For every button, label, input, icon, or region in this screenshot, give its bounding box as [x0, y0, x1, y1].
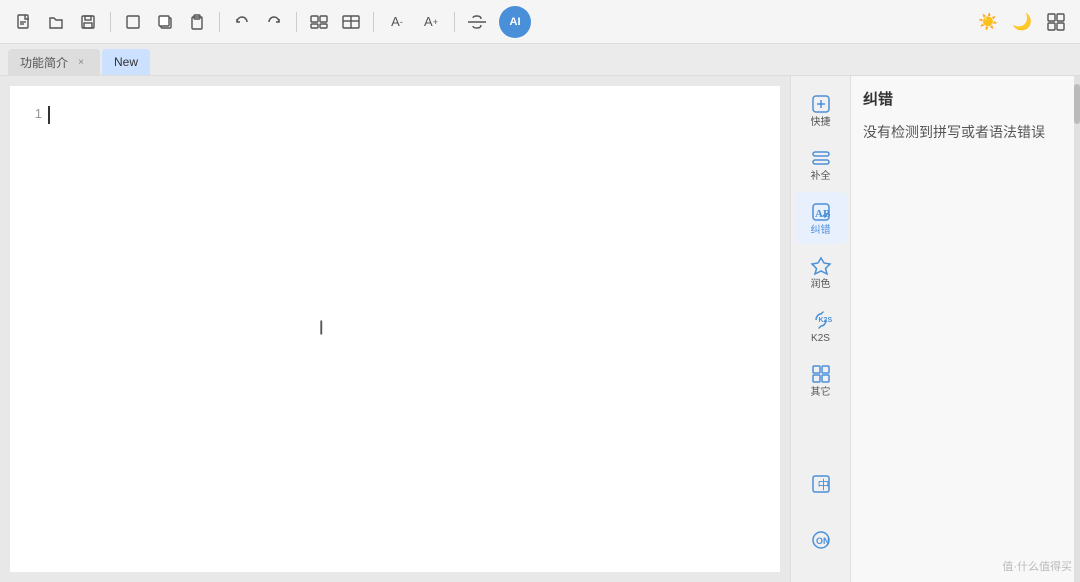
sidebar-item-kuaijie[interactable]: 快捷 [795, 84, 847, 136]
right-panel: 快捷 补全 AB [790, 76, 1080, 582]
scrollbar-thumb[interactable] [1074, 84, 1080, 124]
on-icon: ON [809, 528, 833, 552]
text-cursor [48, 106, 50, 124]
tab-new[interactable]: New [102, 49, 150, 75]
svg-text:ON: ON [816, 536, 830, 546]
panel-message: 没有检测到拼写或者语法错误 [863, 121, 1062, 143]
sidebar-item-buquan[interactable]: 补全 [795, 138, 847, 190]
ai-button[interactable]: AI [499, 6, 531, 38]
svg-text:K2S: K2S [818, 317, 832, 324]
panel-content: 纠错 没有检测到拼写或者语法错误 [851, 76, 1074, 582]
divider-5 [454, 12, 455, 32]
sidebar-item-runse-label: 润色 [811, 280, 831, 290]
find-replace-button[interactable] [305, 8, 333, 36]
sidebar-item-runse[interactable]: 润色 [795, 246, 847, 298]
sidebar-item-kuaijie-label: 快捷 [811, 118, 831, 128]
editor-content[interactable]: I [48, 106, 760, 552]
completion-icon [809, 146, 833, 170]
crop-button[interactable] [119, 8, 147, 36]
cursor-icon: I [319, 318, 325, 341]
layout-button[interactable] [1042, 8, 1070, 36]
save-file-button[interactable] [74, 8, 102, 36]
new-file-button[interactable] [10, 8, 38, 36]
toolbar-right: ☀️ 🌙 [974, 8, 1070, 36]
svg-text:AB: AB [815, 208, 831, 220]
other-icon [809, 362, 833, 386]
sidebar-bottom: 中 ON [795, 458, 847, 574]
line-numbers: 1 [20, 106, 48, 552]
divider-1 [110, 12, 111, 32]
main-area: 1 I 快捷 [0, 76, 1080, 582]
dark-theme-button[interactable]: 🌙 [1008, 8, 1036, 36]
tab-intro[interactable]: 功能简介 × [8, 49, 100, 75]
editor-area: 1 I [0, 76, 790, 582]
panel-title: 纠错 [863, 88, 1062, 109]
sidebar-item-jiucuo-label: 纠错 [811, 226, 831, 236]
tab-bar: 功能简介 × New [0, 44, 1080, 76]
polish-icon [809, 254, 833, 278]
sidebar-item-on[interactable]: ON [795, 514, 847, 566]
sidebar-item-zhong[interactable]: 中 [795, 458, 847, 510]
paste-button[interactable] [183, 8, 211, 36]
line-number-1: 1 [20, 106, 42, 121]
strikethrough-button[interactable] [463, 8, 491, 36]
zhong-icon: 中 [809, 472, 833, 496]
divider-4 [373, 12, 374, 32]
sidebar-item-jiucuo[interactable]: AB 纠错 [795, 192, 847, 244]
open-file-button[interactable] [42, 8, 70, 36]
tab-intro-label: 功能简介 [20, 54, 68, 71]
tab-new-label: New [114, 55, 138, 69]
svg-text:中: 中 [817, 477, 829, 492]
copy-button[interactable] [151, 8, 179, 36]
sidebar-item-qita[interactable]: 其它 [795, 354, 847, 406]
lightning-icon [809, 92, 833, 116]
sidebar-item-k2s[interactable]: K2S K2S [795, 300, 847, 352]
increase-font-button[interactable]: A+ [416, 8, 446, 36]
panel-scrollbar[interactable] [1074, 76, 1080, 582]
sidebar-icons: 快捷 补全 AB [791, 76, 851, 582]
undo-button[interactable] [228, 8, 256, 36]
editor-paper[interactable]: 1 I [10, 86, 780, 572]
divider-3 [296, 12, 297, 32]
error-check-icon: AB [809, 200, 833, 224]
sidebar-item-qita-label: 其它 [811, 388, 831, 398]
table-button[interactable] [337, 8, 365, 36]
watermark: 值·什么值得买 [1002, 558, 1072, 574]
sidebar-item-k2s-label: K2S [811, 334, 830, 344]
divider-2 [219, 12, 220, 32]
decrease-font-button[interactable]: A- [382, 8, 412, 36]
redo-button[interactable] [260, 8, 288, 36]
k2s-icon: K2S [809, 308, 833, 332]
sidebar-item-buquan-label: 补全 [811, 172, 831, 182]
toolbar: A- A+ AI ☀️ 🌙 [0, 0, 1080, 44]
tab-intro-close[interactable]: × [74, 55, 88, 69]
ai-label: AI [510, 16, 521, 28]
light-theme-button[interactable]: ☀️ [974, 8, 1002, 36]
